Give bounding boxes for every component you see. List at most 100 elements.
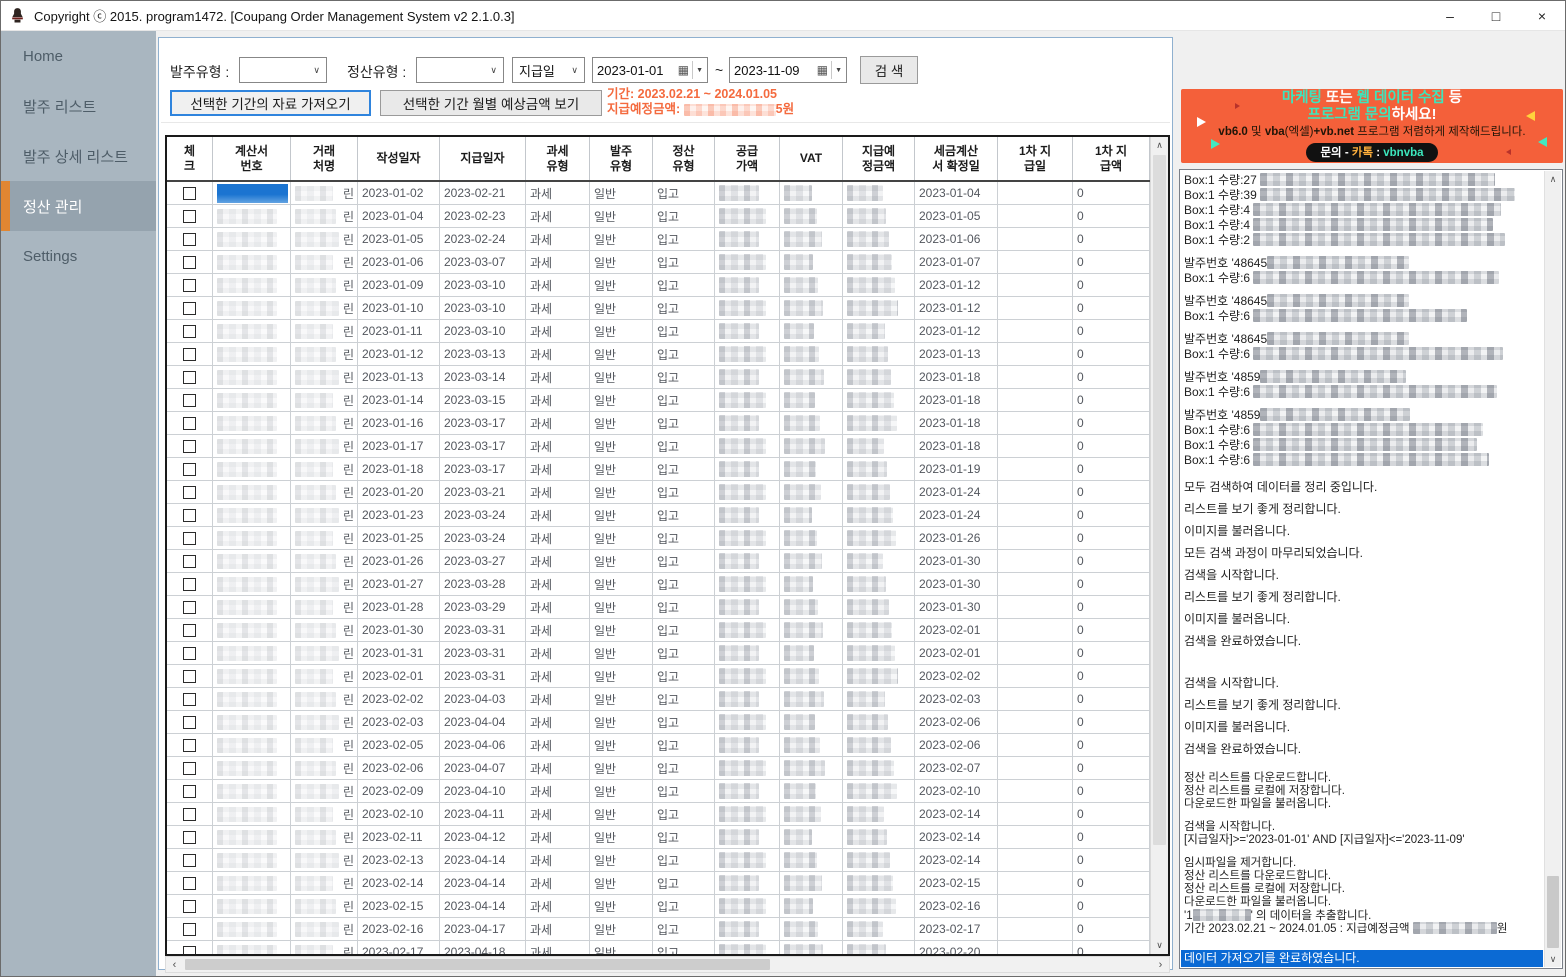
row-checkbox[interactable] bbox=[183, 532, 196, 545]
cell-invoice-no[interactable] bbox=[213, 366, 291, 388]
cell-invoice-no[interactable] bbox=[213, 389, 291, 411]
date-field-select[interactable]: 지급일∨ bbox=[512, 57, 585, 83]
row-checkbox[interactable] bbox=[183, 601, 196, 614]
cell-invoice-no[interactable] bbox=[213, 665, 291, 687]
row-checkbox[interactable] bbox=[183, 693, 196, 706]
row-checkbox[interactable] bbox=[183, 900, 196, 913]
order-type-select[interactable]: ∨ bbox=[239, 57, 327, 83]
sidebar-item-order-detail-list[interactable]: 발주 상세 리스트 bbox=[1, 131, 156, 181]
row-checkbox[interactable] bbox=[183, 486, 196, 499]
cell-invoice-no[interactable] bbox=[213, 711, 291, 733]
cell-invoice-no[interactable] bbox=[213, 941, 291, 954]
cell-invoice-no[interactable] bbox=[213, 757, 291, 779]
row-checkbox[interactable] bbox=[183, 463, 196, 476]
table-horizontal-scrollbar[interactable]: ‹ › bbox=[165, 956, 1170, 973]
close-button[interactable]: × bbox=[1519, 1, 1565, 30]
fetch-period-data-button[interactable]: 선택한 기간의 자료 가져오기 bbox=[170, 90, 371, 116]
row-checkbox[interactable] bbox=[183, 716, 196, 729]
vendor-name-suffix: 린 bbox=[343, 622, 357, 639]
table-vertical-scrollbar[interactable]: ∧ ∨ bbox=[1150, 137, 1168, 954]
row-checkbox[interactable] bbox=[183, 371, 196, 384]
cell-invoice-no[interactable] bbox=[213, 573, 291, 595]
cell-invoice-no[interactable] bbox=[213, 320, 291, 342]
cell-invoice-no[interactable] bbox=[213, 642, 291, 664]
row-checkbox[interactable] bbox=[183, 624, 196, 637]
row-checkbox[interactable] bbox=[183, 762, 196, 775]
row-checkbox[interactable] bbox=[183, 256, 196, 269]
scroll-left-icon[interactable]: ‹ bbox=[166, 957, 183, 972]
row-checkbox[interactable] bbox=[183, 440, 196, 453]
row-checkbox[interactable] bbox=[183, 325, 196, 338]
cell-invoice-no[interactable] bbox=[213, 297, 291, 319]
row-checkbox[interactable] bbox=[183, 808, 196, 821]
row-checkbox[interactable] bbox=[183, 394, 196, 407]
row-checkbox[interactable] bbox=[183, 831, 196, 844]
row-checkbox[interactable] bbox=[183, 670, 196, 683]
date-from-picker[interactable]: 2023-01-01 ▦▼ bbox=[592, 57, 708, 83]
cell-invoice-no[interactable] bbox=[213, 550, 291, 572]
scroll-up-icon[interactable]: ∧ bbox=[1545, 171, 1561, 187]
cell-invoice-no[interactable] bbox=[213, 918, 291, 940]
row-checkbox[interactable] bbox=[183, 923, 196, 936]
cell-invoice-no[interactable] bbox=[213, 803, 291, 825]
log-status-selected[interactable]: 데이터 가져오기를 완료하였습니다. bbox=[1181, 950, 1543, 967]
cell-invoice-no[interactable] bbox=[213, 849, 291, 871]
scroll-up-icon[interactable]: ∧ bbox=[1151, 137, 1168, 154]
settle-type-select[interactable]: ∨ bbox=[416, 57, 504, 83]
cell-invoice-no[interactable] bbox=[213, 895, 291, 917]
ad-banner[interactable]: 마케팅 또는 웹 데이터 수집 등 프로그램 문의하세요! vb6.0 및 vb… bbox=[1181, 89, 1563, 163]
scroll-down-icon[interactable]: ∨ bbox=[1545, 951, 1561, 967]
date-to-picker[interactable]: 2023-11-09 ▦▼ bbox=[729, 57, 847, 83]
cell-invoice-no[interactable] bbox=[213, 504, 291, 526]
row-checkbox[interactable] bbox=[183, 877, 196, 890]
cell-invoice-no[interactable] bbox=[213, 780, 291, 802]
cell-invoice-no[interactable] bbox=[213, 205, 291, 227]
scroll-right-icon[interactable]: › bbox=[1152, 957, 1169, 972]
sidebar-item-order-list[interactable]: 발주 리스트 bbox=[1, 81, 156, 131]
row-checkbox[interactable] bbox=[183, 578, 196, 591]
cell-invoice-no[interactable] bbox=[213, 481, 291, 503]
cell-invoice-no[interactable] bbox=[213, 274, 291, 296]
cell-invoice-no[interactable] bbox=[213, 734, 291, 756]
row-checkbox[interactable] bbox=[183, 279, 196, 292]
row-checkbox[interactable] bbox=[183, 555, 196, 568]
monthly-estimate-button[interactable]: 선택한 기간 월별 예상금액 보기 bbox=[380, 90, 602, 116]
cell-invoice-no[interactable] bbox=[213, 596, 291, 618]
row-checkbox[interactable] bbox=[183, 854, 196, 867]
sidebar-item-settlement[interactable]: 정산 관리 bbox=[1, 181, 156, 231]
cell-invoice-no[interactable] bbox=[213, 872, 291, 894]
minimize-button[interactable]: – bbox=[1427, 1, 1473, 30]
cell-invoice-no[interactable] bbox=[213, 688, 291, 710]
scrollbar-thumb[interactable] bbox=[1547, 876, 1559, 948]
cell-first-pay-date bbox=[998, 389, 1073, 411]
sidebar-item-home[interactable]: Home bbox=[1, 31, 156, 81]
scrollbar-thumb[interactable] bbox=[185, 959, 770, 970]
row-checkbox[interactable] bbox=[183, 233, 196, 246]
row-checkbox[interactable] bbox=[183, 509, 196, 522]
cell-invoice-no[interactable] bbox=[213, 228, 291, 250]
cell-invoice-no[interactable] bbox=[213, 826, 291, 848]
scrollbar-thumb[interactable] bbox=[1153, 155, 1166, 845]
log-vertical-scrollbar[interactable]: ∧ ∨ bbox=[1544, 171, 1561, 967]
cell-invoice-no[interactable] bbox=[213, 251, 291, 273]
row-checkbox[interactable] bbox=[183, 348, 196, 361]
maximize-button[interactable]: □ bbox=[1473, 1, 1519, 30]
cell-invoice-no[interactable] bbox=[213, 619, 291, 641]
search-button[interactable]: 검 색 bbox=[860, 56, 918, 84]
cell-invoice-no[interactable] bbox=[213, 527, 291, 549]
cell-invoice-no[interactable] bbox=[213, 343, 291, 365]
row-checkbox[interactable] bbox=[183, 946, 196, 955]
cell-invoice-no[interactable] bbox=[213, 458, 291, 480]
row-checkbox[interactable] bbox=[183, 785, 196, 798]
scroll-down-icon[interactable]: ∨ bbox=[1151, 937, 1168, 954]
cell-invoice-no[interactable] bbox=[213, 182, 291, 204]
row-checkbox[interactable] bbox=[183, 647, 196, 660]
row-checkbox[interactable] bbox=[183, 417, 196, 430]
cell-invoice-no[interactable] bbox=[213, 412, 291, 434]
row-checkbox[interactable] bbox=[183, 210, 196, 223]
cell-invoice-no[interactable] bbox=[213, 435, 291, 457]
row-checkbox[interactable] bbox=[183, 739, 196, 752]
row-checkbox[interactable] bbox=[183, 187, 196, 200]
sidebar-item-settings[interactable]: Settings bbox=[1, 231, 156, 281]
row-checkbox[interactable] bbox=[183, 302, 196, 315]
